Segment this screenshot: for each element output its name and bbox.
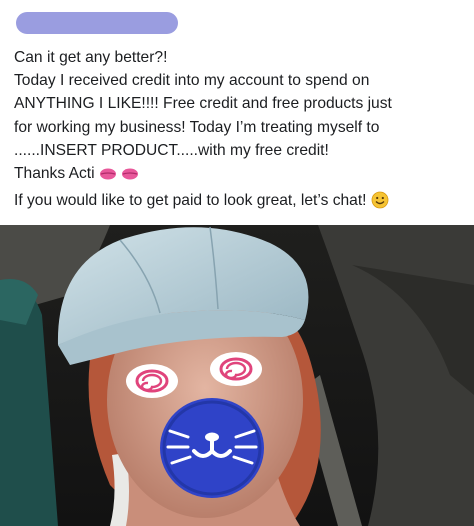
selfie-image [0,225,474,526]
post-line-chat: If you would like to get paid to look gr… [14,189,466,216]
post-photo[interactable] [0,225,474,526]
post-line: for working my business! Today I’m treat… [14,118,380,136]
kiss-mark-icon [121,166,139,189]
kiss-mark-icon [99,166,117,189]
post-line-text: If you would like to get paid to look gr… [14,192,367,210]
spiral-eye-sticker-icon [126,364,178,398]
spiral-eye-sticker-icon [210,352,262,386]
post-body: Can it get any better?! Today I received… [14,46,466,216]
post-line: Today I received credit into my account … [14,72,370,90]
post-line: ......INSERT PRODUCT.....with my free cr… [14,141,329,159]
post-line-thanks: Thanks Acti [14,162,466,189]
cat-mouth-sticker-icon [160,398,264,498]
post-line-text: Thanks Acti [14,165,95,183]
post-line: Can it get any better?! [14,49,168,66]
author-name-redaction [16,12,178,34]
social-post: Can it get any better?! Today I received… [0,0,474,526]
post-line: ANYTHING I LIKE!!!! Free credit and free… [14,95,392,113]
smiling-face-icon [371,191,389,216]
